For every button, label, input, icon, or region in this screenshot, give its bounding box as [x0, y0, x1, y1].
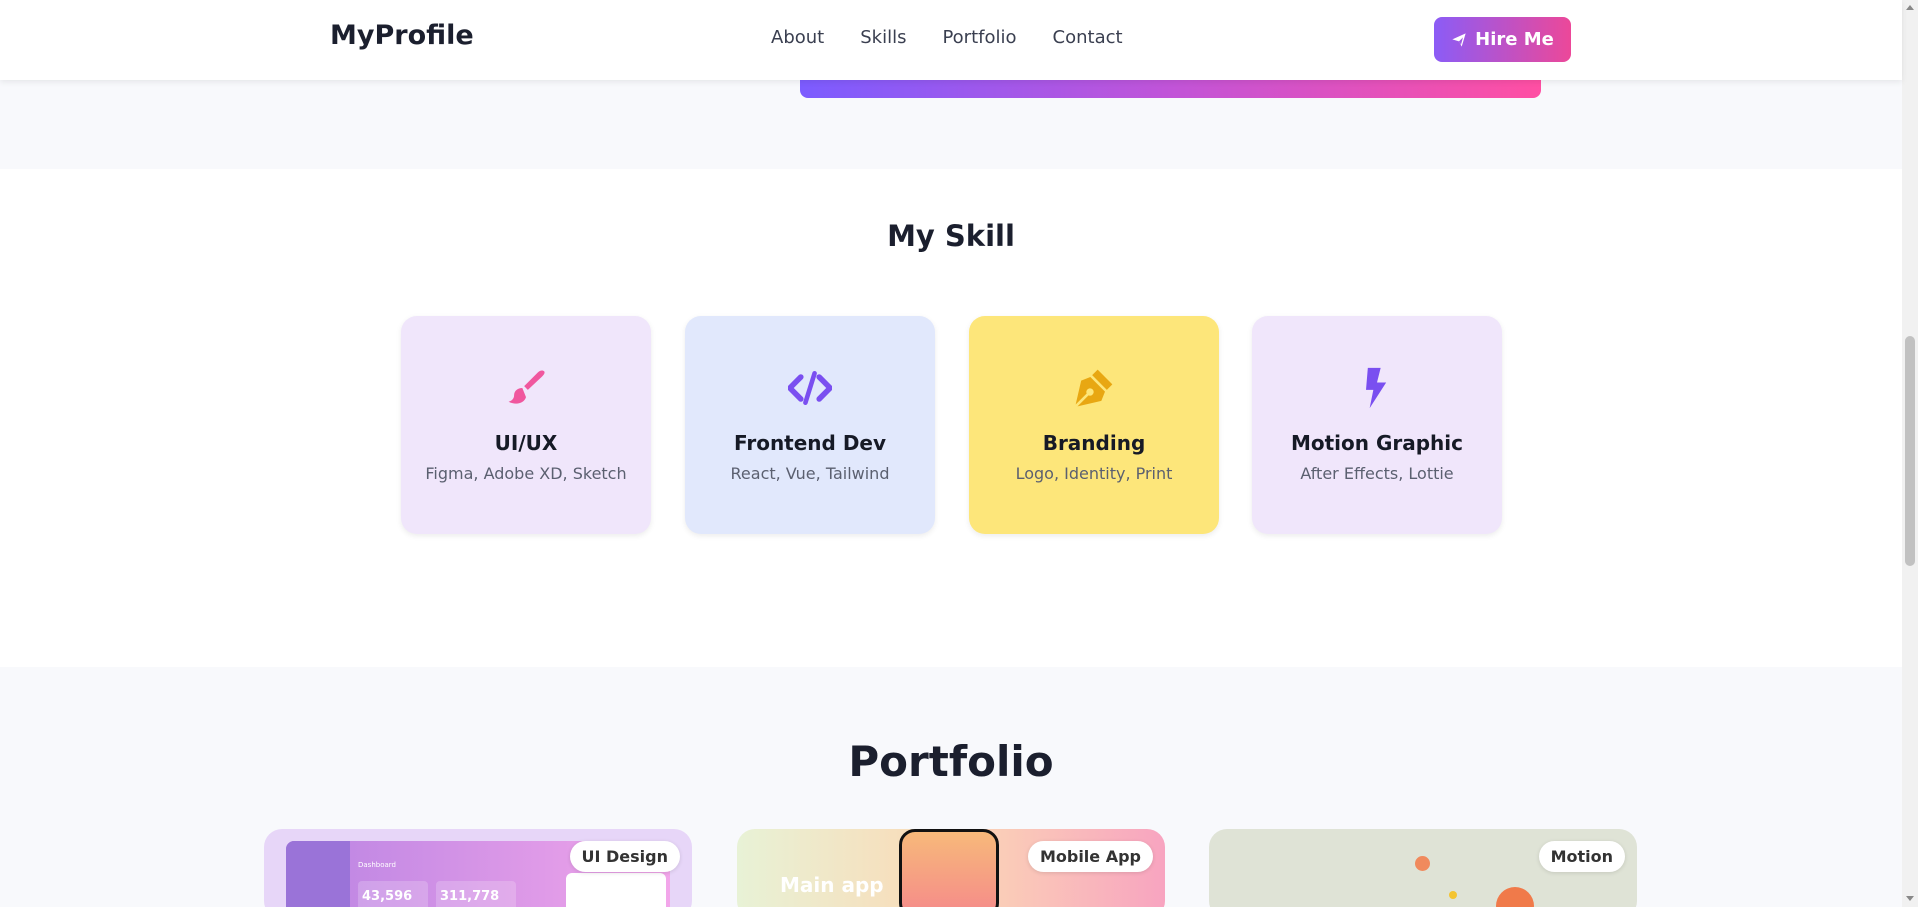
- nav-skills[interactable]: Skills: [860, 27, 906, 48]
- category-badge: UI Design: [569, 841, 680, 872]
- pen-nib-icon: [1075, 369, 1113, 407]
- nav-links: About Skills Portfolio Contact: [771, 27, 1123, 48]
- portfolio-card-mobile[interactable]: Main app Mobile App: [737, 829, 1165, 907]
- dashboard-label: Dashboard: [358, 861, 396, 869]
- skill-title: UI/UX: [494, 431, 558, 455]
- nav-about[interactable]: About: [771, 27, 824, 48]
- skill-card-motion: Motion Graphic After Effects, Lottie: [1252, 316, 1502, 534]
- metric-a: 43,596: [358, 881, 428, 907]
- skill-desc: After Effects, Lottie: [1300, 464, 1454, 483]
- bolt-icon: [1366, 367, 1387, 409]
- metric-b: 311,778: [436, 881, 516, 907]
- skill-desc: React, Vue, Tailwind: [730, 464, 890, 483]
- scroll-up-arrow-icon[interactable]: [1906, 5, 1914, 10]
- top-navbar: MyProfile About Skills Portfolio Contact…: [0, 0, 1902, 80]
- category-badge: Mobile App: [1027, 841, 1153, 872]
- nav-portfolio[interactable]: Portfolio: [942, 27, 1016, 48]
- nav-contact[interactable]: Contact: [1053, 27, 1123, 48]
- portfolio-card-ui[interactable]: Dashboard 43,596 311,778 UI Design: [264, 829, 692, 907]
- scrollbar-thumb[interactable]: [1905, 336, 1915, 566]
- skill-desc: Logo, Identity, Print: [1015, 464, 1173, 483]
- category-badge: Motion: [1538, 841, 1625, 872]
- hire-me-label: Hire Me: [1475, 29, 1554, 50]
- paper-plane-icon: [1452, 32, 1466, 47]
- paintbrush-icon: [508, 370, 545, 404]
- skill-title: Motion Graphic: [1290, 431, 1464, 455]
- skill-title: Frontend Dev: [733, 431, 887, 455]
- skills-section: My Skill UI/UX Figma, Adobe XD, Sketch F…: [0, 169, 1902, 667]
- skill-card-branding: Branding Logo, Identity, Print: [969, 316, 1219, 534]
- scroll-down-arrow-icon[interactable]: [1906, 896, 1914, 901]
- vertical-scrollbar[interactable]: [1902, 0, 1918, 907]
- skill-desc: Figma, Adobe XD, Sketch: [425, 464, 627, 483]
- phone-mockup: [899, 829, 999, 907]
- skill-card-frontend: Frontend Dev React, Vue, Tailwind: [685, 316, 935, 534]
- portfolio-title: Portfolio: [848, 737, 1054, 786]
- portfolio-card-motion[interactable]: Motion: [1209, 829, 1637, 907]
- hire-me-button[interactable]: Hire Me: [1434, 17, 1571, 62]
- skill-title: Branding: [1042, 431, 1146, 455]
- code-icon: [788, 371, 832, 405]
- brand-logo[interactable]: MyProfile: [330, 20, 474, 51]
- skills-title: My Skill: [887, 219, 1015, 253]
- mobile-preview-text: Main app: [780, 873, 884, 897]
- skill-card-uiux: UI/UX Figma, Adobe XD, Sketch: [401, 316, 651, 534]
